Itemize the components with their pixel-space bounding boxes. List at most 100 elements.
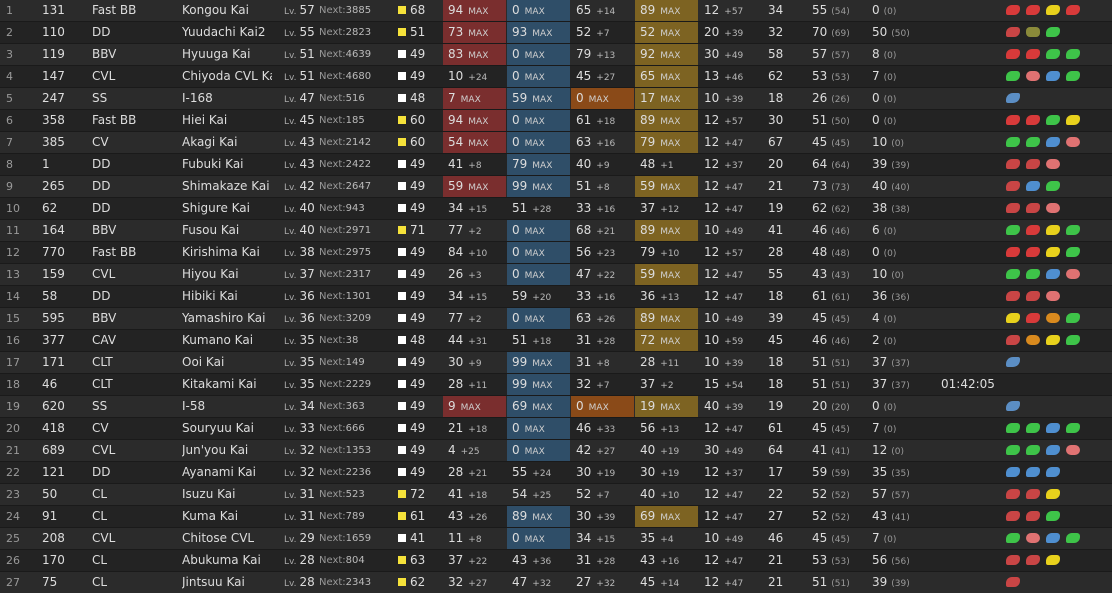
equipment-icon[interactable] (1026, 115, 1040, 125)
ship-row[interactable]: 27 75 CL Jintsuu Kai Lv. 28 Next:2343 62 32 +27 47… (0, 572, 1112, 593)
equipment-icon[interactable] (1026, 247, 1040, 257)
equipment-icon[interactable] (1006, 269, 1020, 279)
equipment-icon[interactable] (1046, 203, 1060, 213)
equipment-icon[interactable] (1026, 27, 1040, 37)
ship-row[interactable]: 25 208 CVL Chitose CVL Lv. 29 Next:1659 41 11 +8 0… (0, 528, 1112, 550)
equipment-icon[interactable] (1026, 137, 1040, 147)
equipment-icon[interactable] (1006, 511, 1020, 521)
equipment-icon[interactable] (1046, 137, 1060, 147)
ship-row[interactable]: 26 170 CL Abukuma Kai Lv. 28 Next:804 63 37 +22 43… (0, 550, 1112, 572)
equipment-icon[interactable] (1046, 27, 1060, 37)
equipment-icon[interactable] (1066, 71, 1080, 81)
ship-row[interactable]: 17 171 CLT Ooi Kai Lv. 35 Next:149 49 30 +9 99 MAX 3… (0, 352, 1112, 374)
equipment-icon[interactable] (1006, 49, 1020, 59)
equipment-icon[interactable] (1026, 5, 1040, 15)
equipment-icon[interactable] (1026, 511, 1040, 521)
equipment-icon[interactable] (1046, 467, 1060, 477)
equipment-icon[interactable] (1006, 467, 1020, 477)
equipment-icon[interactable] (1006, 137, 1020, 147)
ship-row[interactable]: 14 58 DD Hibiki Kai Lv. 36 Next:1301 49 34 +15 59 +… (0, 286, 1112, 308)
equipment-icon[interactable] (1046, 159, 1060, 169)
equipment-icon[interactable] (1046, 291, 1060, 301)
equipment-icon[interactable] (1046, 181, 1060, 191)
equipment-icon[interactable] (1006, 423, 1020, 433)
equipment-icon[interactable] (1026, 71, 1040, 81)
ship-row[interactable]: 9 265 DD Shimakaze Kai Lv. 42 Next:2647 49 59 MAX… (0, 176, 1112, 198)
equipment-icon[interactable] (1066, 5, 1080, 15)
ship-row[interactable]: 16 377 CAV Kumano Kai Lv. 35 Next:38 48 44 +31 51 +… (0, 330, 1112, 352)
ship-row[interactable]: 13 159 CVL Hiyou Kai Lv. 37 Next:2317 49 26 +3 0 MA… (0, 264, 1112, 286)
equipment-icon[interactable] (1026, 555, 1040, 565)
equipment-icon[interactable] (1046, 423, 1060, 433)
equipment-icon[interactable] (1006, 357, 1020, 367)
equipment-icon[interactable] (1006, 445, 1020, 455)
equipment-icon[interactable] (1046, 489, 1060, 499)
equipment-icon[interactable] (1026, 269, 1040, 279)
ship-row[interactable]: 20 418 CV Souryuu Kai Lv. 33 Next:666 49 21 +18 0 M… (0, 418, 1112, 440)
equipment-icon[interactable] (1006, 93, 1020, 103)
equipment-icon[interactable] (1066, 313, 1080, 323)
equipment-icon[interactable] (1026, 181, 1040, 191)
equipment-icon[interactable] (1006, 5, 1020, 15)
ship-row[interactable]: 6 358 Fast BB Hiei Kai Lv. 45 Next:185 60 94 MAX 0… (0, 110, 1112, 132)
ship-row[interactable]: 15 595 BBV Yamashiro Kai Lv. 36 Next:3209 49 77 +… (0, 308, 1112, 330)
equipment-icon[interactable] (1006, 71, 1020, 81)
equipment-icon[interactable] (1046, 445, 1060, 455)
equipment-icon[interactable] (1046, 225, 1060, 235)
equipment-icon[interactable] (1006, 555, 1020, 565)
equipment-icon[interactable] (1006, 181, 1020, 191)
equipment-icon[interactable] (1046, 511, 1060, 521)
equipment-icon[interactable] (1026, 291, 1040, 301)
equipment-icon[interactable] (1006, 247, 1020, 257)
equipment-icon[interactable] (1066, 225, 1080, 235)
equipment-icon[interactable] (1006, 159, 1020, 169)
equipment-icon[interactable] (1006, 225, 1020, 235)
ship-row[interactable]: 5 247 SS I-168 Lv. 47 Next:516 48 7 MAX 59 MAX 0 MAX 1… (0, 88, 1112, 110)
equipment-icon[interactable] (1026, 423, 1040, 433)
equipment-icon[interactable] (1006, 577, 1020, 587)
equipment-icon[interactable] (1066, 269, 1080, 279)
ship-row[interactable]: 12 770 Fast BB Kirishima Kai Lv. 38 Next:2975 4… (0, 242, 1112, 264)
ship-row[interactable]: 4 147 CVL Chiyoda CVL Kai Lv. 51 Next:4680 49 10… (0, 66, 1112, 88)
equipment-icon[interactable] (1026, 203, 1040, 213)
ship-row[interactable]: 11 164 BBV Fusou Kai Lv. 40 Next:2971 71 77 +2 0 MA… (0, 220, 1112, 242)
equipment-icon[interactable] (1066, 423, 1080, 433)
equipment-icon[interactable] (1026, 313, 1040, 323)
equipment-icon[interactable] (1046, 269, 1060, 279)
equipment-icon[interactable] (1026, 159, 1040, 169)
ship-row[interactable]: 10 62 DD Shigure Kai Lv. 40 Next:943 49 34 +15 51 +… (0, 198, 1112, 220)
equipment-icon[interactable] (1006, 533, 1020, 543)
equipment-icon[interactable] (1046, 49, 1060, 59)
ship-row[interactable]: 22 121 DD Ayanami Kai Lv. 32 Next:2236 49 28 +21 5… (0, 462, 1112, 484)
equipment-icon[interactable] (1066, 335, 1080, 345)
equipment-icon[interactable] (1066, 533, 1080, 543)
ship-row[interactable]: 21 689 CVL Jun'you Kai Lv. 32 Next:1353 49 4 +25 0… (0, 440, 1112, 462)
equipment-icon[interactable] (1006, 291, 1020, 301)
ship-row[interactable]: 18 46 CLT Kitakami Kai Lv. 35 Next:2229 49 28 +11… (0, 374, 1112, 396)
ship-row[interactable]: 19 620 SS I-58 Lv. 34 Next:363 49 9 MAX 69 MAX 0 MAX 1… (0, 396, 1112, 418)
ship-row[interactable]: 23 50 CL Isuzu Kai Lv. 31 Next:523 72 41 +18 54 +25… (0, 484, 1112, 506)
ship-row[interactable]: 8 1 DD Fubuki Kai Lv. 43 Next:2422 49 41 +8 79 MAX 4… (0, 154, 1112, 176)
equipment-icon[interactable] (1046, 71, 1060, 81)
equipment-icon[interactable] (1046, 335, 1060, 345)
equipment-icon[interactable] (1006, 27, 1020, 37)
ship-row[interactable]: 2 110 DD Yuudachi Kai2 Lv. 55 Next:2823 51 73 MAX… (0, 22, 1112, 44)
ship-row[interactable]: 7 385 CV Akagi Kai Lv. 43 Next:2142 60 54 MAX 0 MAX… (0, 132, 1112, 154)
ship-row[interactable]: 1 131 Fast BB Kongou Kai Lv. 57 Next:3885 68 94 M… (0, 0, 1112, 22)
equipment-icon[interactable] (1046, 5, 1060, 15)
equipment-icon[interactable] (1026, 49, 1040, 59)
equipment-icon[interactable] (1006, 401, 1020, 411)
equipment-icon[interactable] (1026, 225, 1040, 235)
equipment-icon[interactable] (1026, 533, 1040, 543)
equipment-icon[interactable] (1046, 533, 1060, 543)
equipment-icon[interactable] (1006, 489, 1020, 499)
ship-row[interactable]: 24 91 CL Kuma Kai Lv. 31 Next:789 61 43 +26 89 MAX 3… (0, 506, 1112, 528)
equipment-icon[interactable] (1006, 203, 1020, 213)
equipment-icon[interactable] (1046, 555, 1060, 565)
equipment-icon[interactable] (1006, 335, 1020, 345)
equipment-icon[interactable] (1026, 335, 1040, 345)
equipment-icon[interactable] (1046, 313, 1060, 323)
equipment-icon[interactable] (1046, 247, 1060, 257)
equipment-icon[interactable] (1026, 489, 1040, 499)
equipment-icon[interactable] (1026, 445, 1040, 455)
